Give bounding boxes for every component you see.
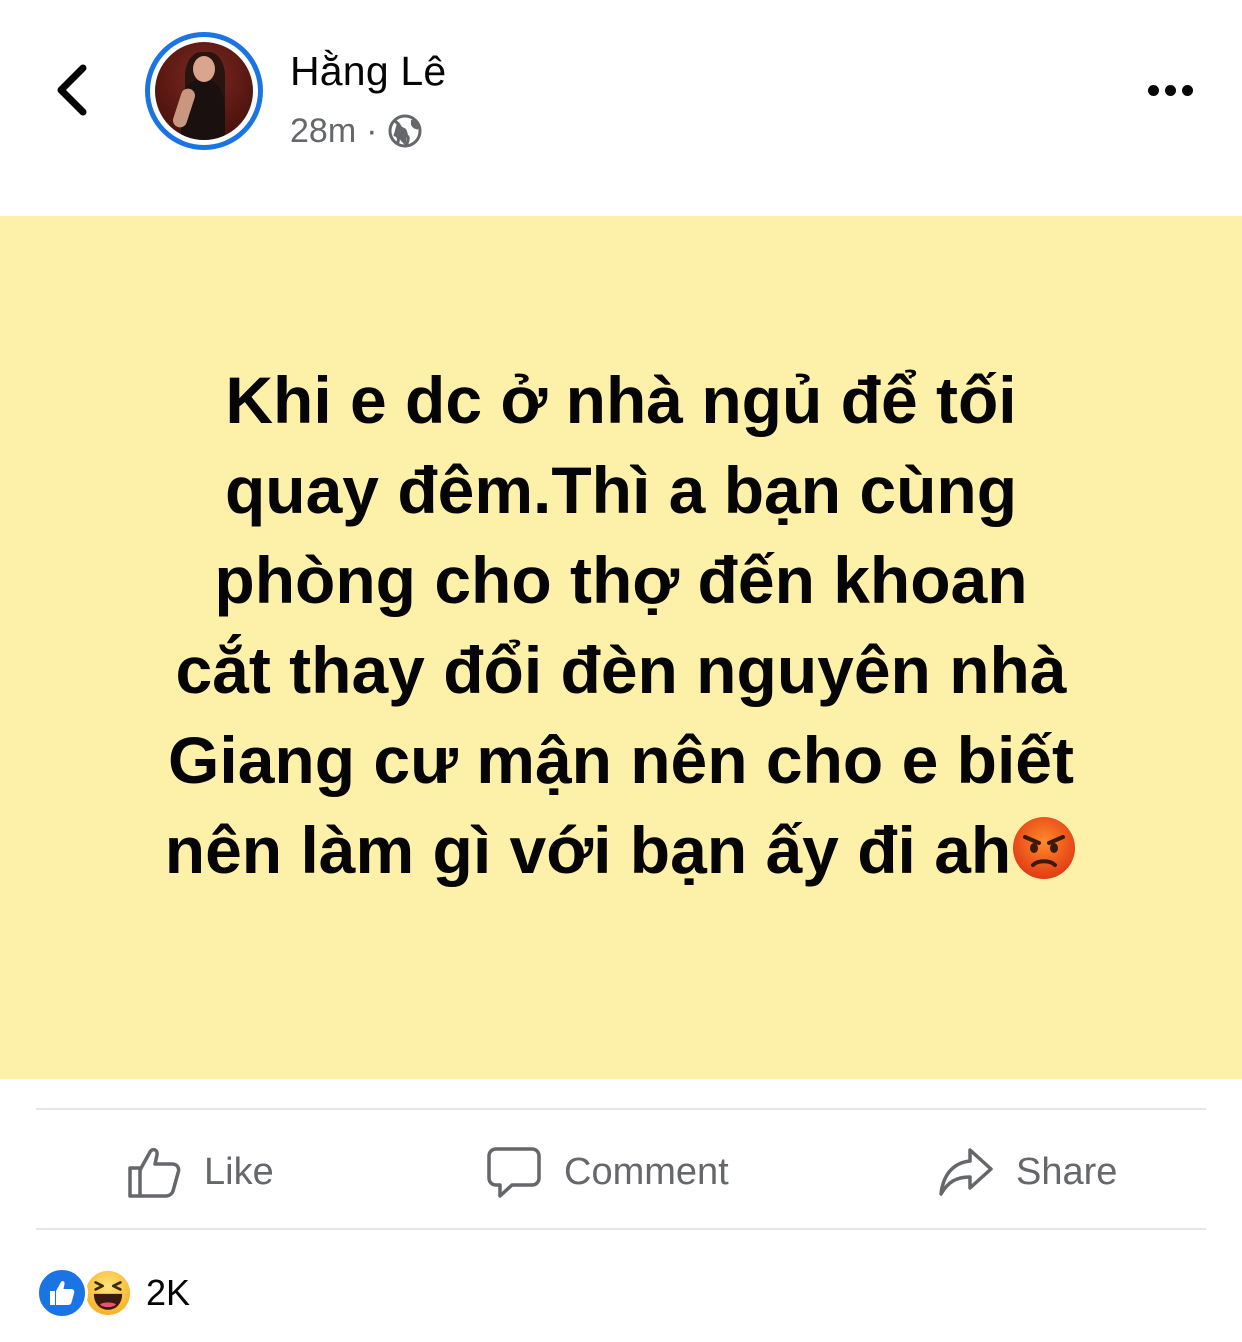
user-name[interactable]: Hằng Lê (290, 48, 446, 95)
divider (36, 1228, 1206, 1230)
more-horizontal-icon (1147, 84, 1159, 96)
post-text: Khi e dc ở nhà ngủ để tối quay đêm.Thì a… (91, 355, 1151, 895)
divider (36, 1108, 1206, 1110)
reaction-summary[interactable]: 2K (36, 1266, 190, 1320)
like-reaction-icon (36, 1267, 88, 1319)
post-text-line: quay đêm.Thì a bạn cùng (224, 452, 1018, 527)
comment-label: Comment (564, 1150, 729, 1193)
post-text-line-last: nên làm gì với bạn ấy đi ah (91, 805, 1151, 895)
comment-icon (487, 1147, 541, 1198)
post-time[interactable]: 28m (290, 112, 356, 151)
post-text-line: phòng cho thợ đến khoan (214, 542, 1028, 617)
like-label: Like (204, 1150, 274, 1193)
post-text-line: cắt thay đổi đèn nguyên nhà (175, 632, 1067, 707)
share-icon (939, 1148, 993, 1196)
haha-reaction-icon (82, 1267, 134, 1319)
globe-icon[interactable] (387, 113, 423, 149)
share-label: Share (1016, 1150, 1118, 1193)
post-text-line: Giang cư mận nên cho e biết (168, 722, 1074, 797)
action-bar: Like Comment Share (0, 1112, 1242, 1228)
post-text-line: Khi e dc ở nhà ngủ để tối (225, 362, 1017, 437)
reaction-count: 2K (146, 1272, 191, 1313)
post-header: Hằng Lê 28m · (0, 0, 1242, 216)
post-content: Khi e dc ở nhà ngủ để tối quay đêm.Thì a… (0, 216, 1242, 1079)
meta-separator: · (366, 111, 378, 150)
avatar[interactable] (145, 32, 263, 150)
more-options-button[interactable] (1140, 72, 1200, 108)
angry-face-emoji-icon (1013, 816, 1076, 879)
comment-button[interactable]: Comment (486, 1142, 729, 1202)
avatar-image (155, 42, 253, 140)
chevron-left-icon (57, 64, 87, 116)
back-button[interactable] (44, 60, 100, 120)
share-button[interactable]: Share (938, 1142, 1117, 1202)
post-meta: 28m · (290, 108, 423, 154)
thumbs-up-icon (128, 1147, 181, 1198)
like-button[interactable]: Like (126, 1142, 274, 1202)
post-text-line: nên làm gì với bạn ấy đi ah (164, 812, 1012, 887)
